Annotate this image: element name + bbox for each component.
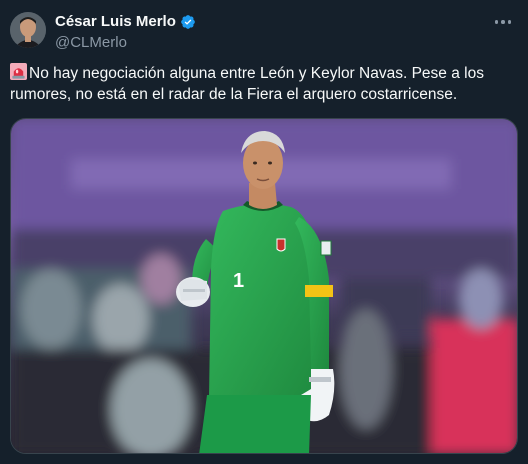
name-row: César Luis Merlo <box>55 12 196 32</box>
verified-badge-icon <box>180 14 196 30</box>
author-handle[interactable]: @CLMerlo <box>55 33 196 53</box>
tweet-body: No hay negociación alguna entre León y K… <box>10 63 518 105</box>
jersey-number: 1 <box>233 270 244 292</box>
tweet-card: César Luis Merlo @CLMerlo No hay negocia… <box>0 0 528 464</box>
tweet-text: No hay negociación alguna entre León y K… <box>10 65 484 103</box>
tweet-header: César Luis Merlo @CLMerlo <box>55 12 196 52</box>
author-display-name[interactable]: César Luis Merlo <box>55 12 176 32</box>
author-avatar[interactable] <box>10 12 46 48</box>
more-options-icon[interactable] <box>492 14 514 30</box>
tweet-photo[interactable]: 1 <box>10 118 518 454</box>
police-car-light-icon <box>10 63 27 80</box>
goalkeeper-photo: 1 <box>11 119 517 453</box>
avatar-photo <box>10 12 46 48</box>
